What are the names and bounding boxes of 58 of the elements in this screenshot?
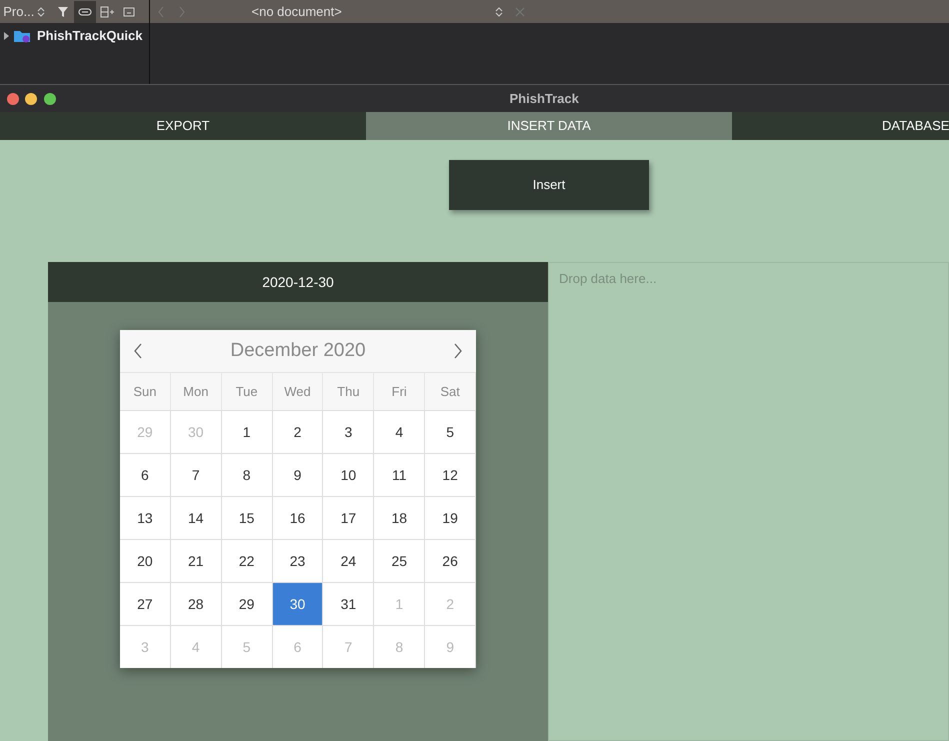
next-month-icon[interactable] bbox=[452, 343, 463, 359]
calendar-day[interactable]: 6 bbox=[120, 453, 171, 496]
calendar-day[interactable]: 11 bbox=[374, 453, 426, 496]
calendar-day[interactable]: 15 bbox=[222, 496, 273, 539]
weekday-label: Wed bbox=[272, 373, 324, 410]
weekday-label: Sun bbox=[120, 373, 171, 410]
weekday-label: Fri bbox=[374, 373, 426, 410]
zoom-window-icon[interactable] bbox=[44, 92, 56, 104]
date-header[interactable]: 2020-12-30 bbox=[48, 262, 548, 302]
weekday-label: Thu bbox=[323, 373, 374, 410]
calendar-day[interactable]: 8 bbox=[222, 453, 273, 496]
calendar-day[interactable]: 24 bbox=[323, 539, 374, 582]
calendar-day[interactable]: 16 bbox=[272, 496, 324, 539]
project-name[interactable]: PhishTrackQuick bbox=[37, 26, 142, 46]
calendar-day[interactable]: 27 bbox=[120, 582, 171, 625]
filter-icon[interactable] bbox=[56, 6, 69, 18]
tab[interactable]: INSERT DATA bbox=[366, 112, 732, 140]
calendar-day[interactable]: 3 bbox=[323, 410, 374, 453]
calendar-day[interactable]: 25 bbox=[374, 539, 426, 582]
calendar-day[interactable]: 30 bbox=[272, 582, 324, 625]
calendar-day[interactable]: 9 bbox=[272, 453, 324, 496]
add-panel-icon[interactable] bbox=[100, 6, 114, 18]
calendar-day[interactable]: 28 bbox=[170, 582, 222, 625]
calendar-day[interactable]: 22 bbox=[222, 539, 273, 582]
insert-button[interactable]: Insert bbox=[449, 160, 649, 210]
weekday-label: Mon bbox=[170, 373, 222, 410]
weekday-label: Sat bbox=[425, 373, 476, 410]
folder-icon bbox=[12, 29, 30, 43]
tab[interactable]: DATABASE bbox=[732, 112, 949, 140]
previous-month-icon[interactable] bbox=[133, 343, 143, 359]
calendar-day[interactable]: 2 bbox=[272, 410, 324, 453]
calendar-day[interactable]: 1 bbox=[222, 410, 273, 453]
weekday-label: Tue bbox=[222, 373, 273, 410]
drop-data-field[interactable]: Drop data here... bbox=[548, 262, 949, 741]
calendar-day[interactable]: 7 bbox=[170, 453, 222, 496]
calendar-day[interactable]: 5 bbox=[425, 410, 476, 453]
minimize-window-icon[interactable] bbox=[25, 92, 37, 104]
close-window-icon[interactable] bbox=[6, 92, 18, 104]
calendar-day[interactable]: 10 bbox=[323, 453, 374, 496]
window-title: PhishTrack bbox=[510, 90, 579, 108]
calendar-day[interactable]: 13 bbox=[120, 496, 171, 539]
calendar-day[interactable]: 18 bbox=[374, 496, 426, 539]
navigator-label: Pro... bbox=[2, 2, 34, 21]
link-icon[interactable] bbox=[78, 6, 92, 16]
tab[interactable]: EXPORT bbox=[0, 112, 366, 140]
calendar-day[interactable]: 19 bbox=[425, 496, 476, 539]
calendar-day[interactable]: 31 bbox=[323, 582, 374, 625]
month-title: December 2020 bbox=[230, 338, 366, 363]
disclosure-icon[interactable] bbox=[3, 32, 10, 40]
calendar-day[interactable]: 21 bbox=[170, 539, 222, 582]
calendar-day[interactable]: 20 bbox=[120, 539, 171, 582]
calendar-day[interactable]: 17 bbox=[323, 496, 374, 539]
panel-icon[interactable] bbox=[122, 6, 135, 16]
calendar-day[interactable]: 4 bbox=[374, 410, 426, 453]
calendar-day[interactable]: 12 bbox=[425, 453, 476, 496]
document-selector[interactable]: <no document> bbox=[252, 2, 492, 22]
calendar-day[interactable]: 14 bbox=[170, 496, 222, 539]
calendar-day[interactable]: 26 bbox=[425, 539, 476, 582]
